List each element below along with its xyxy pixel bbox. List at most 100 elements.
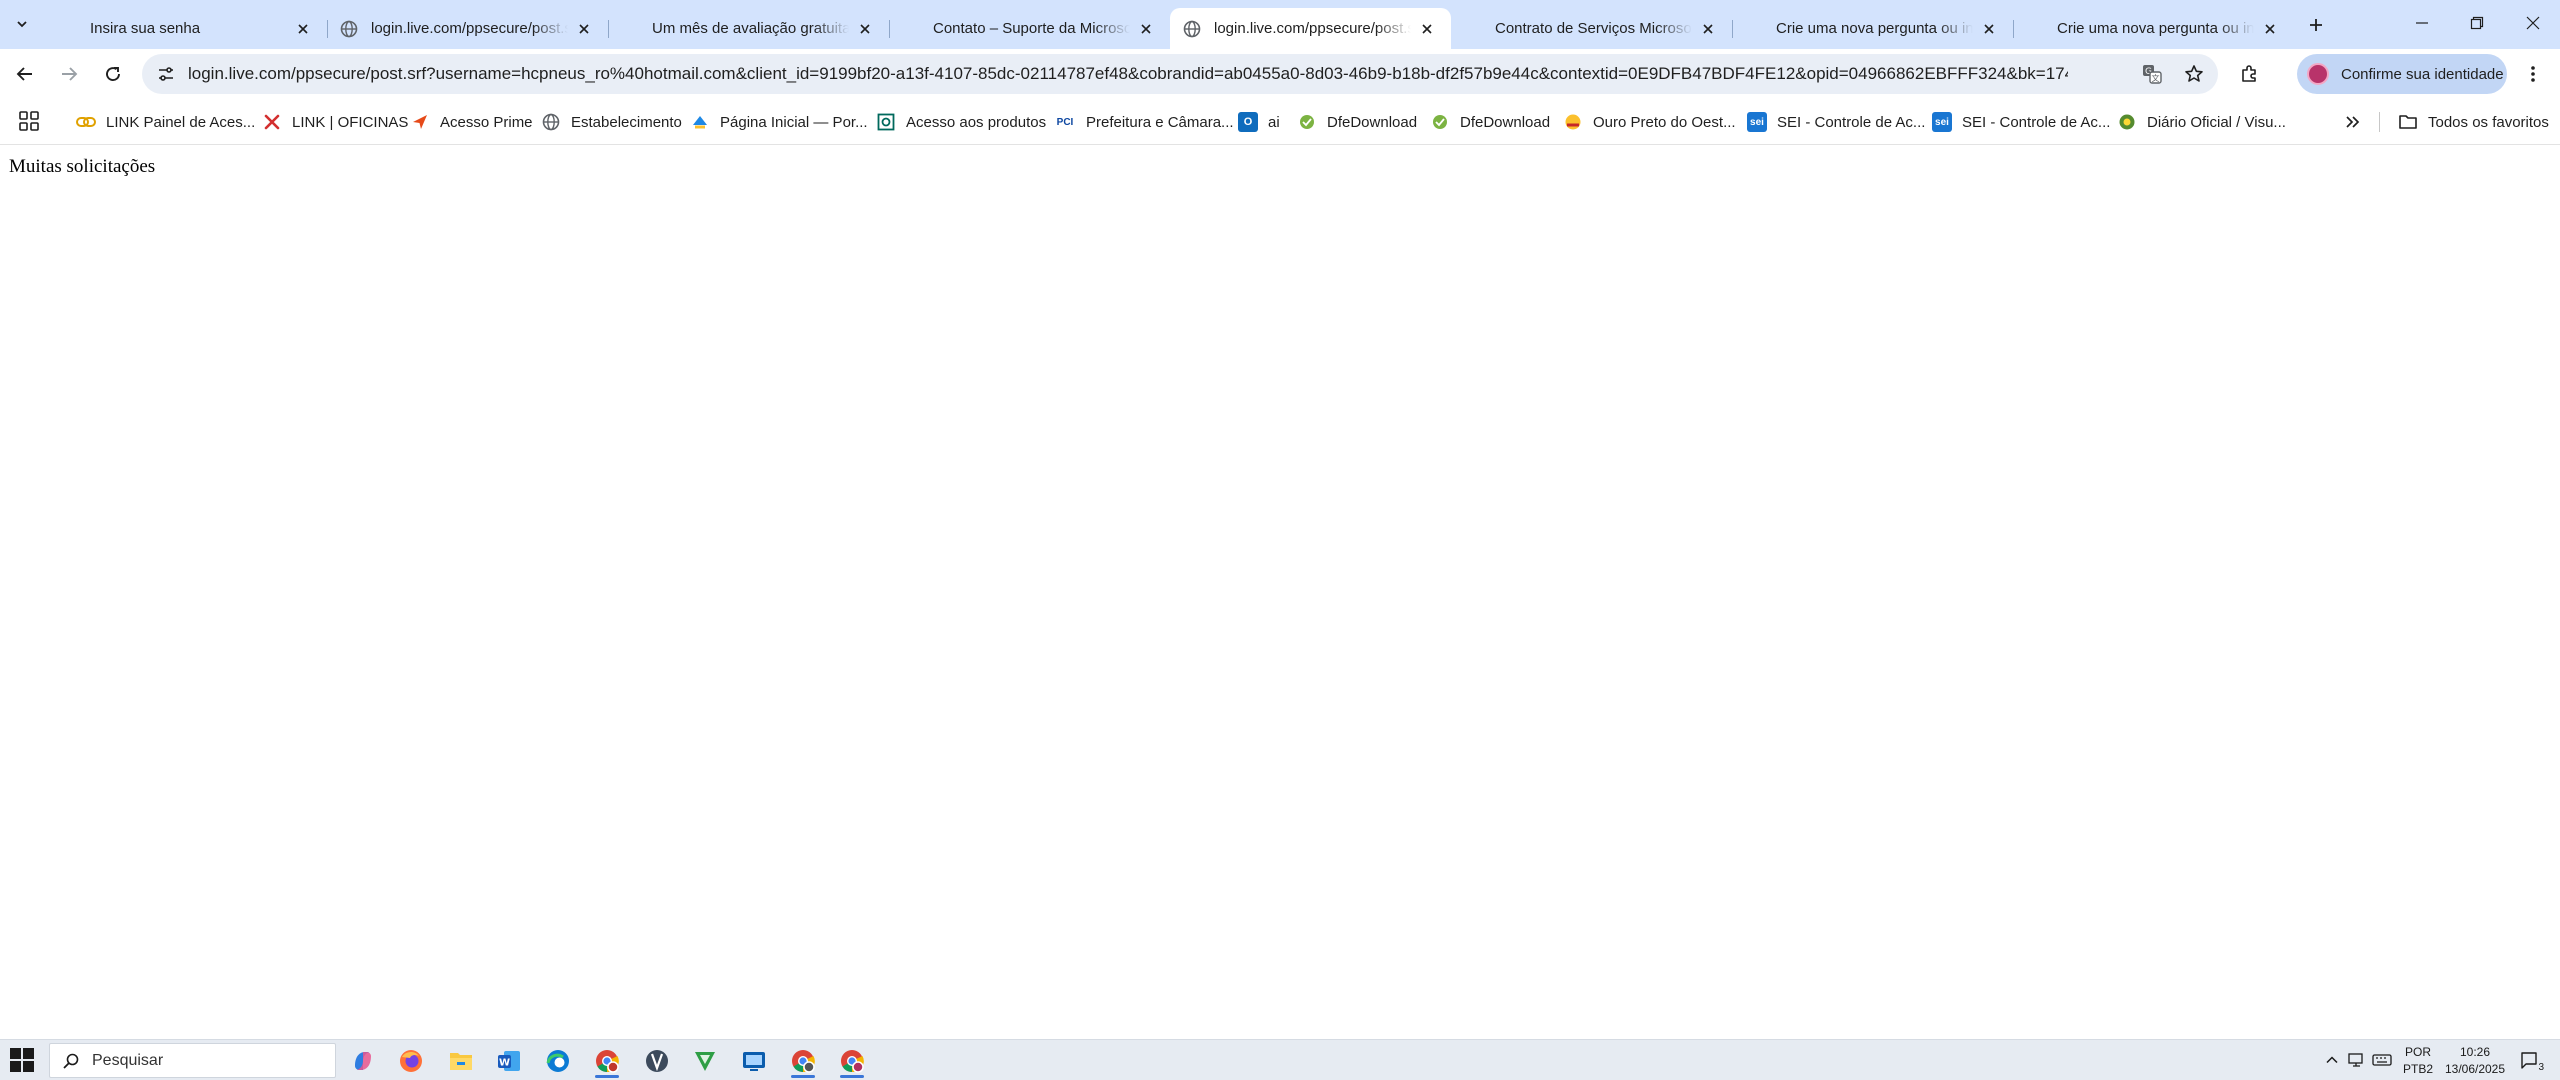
more-bookmarks-button[interactable] [2340,110,2364,134]
tab-close-button[interactable] [2260,19,2280,39]
tab[interactable]: Crie uma nova pergunta ou inicie uma dis… [1732,8,2013,49]
arrow-left-icon [16,67,32,81]
bookmark-item[interactable]: DfeDownload [1430,110,1550,134]
tab-close-button[interactable] [293,19,313,39]
clock-date[interactable]: 13/06/2025 [2440,1062,2510,1076]
chevron-up-icon [2326,1056,2338,1064]
bookmarks-divider [2379,112,2380,132]
browser-icon[interactable] [636,1043,678,1078]
plus-icon [2310,19,2322,31]
firefox-icon[interactable] [390,1043,432,1078]
bookmark-star-button[interactable] [2182,62,2206,86]
bookmark-item[interactable]: LINK | OFICINAS [262,110,408,134]
bookmark-item[interactable]: O ai [1238,110,1280,134]
tab[interactable]: Contrato de Serviços Microsoft [1451,8,1732,49]
reload-button[interactable] [96,57,130,91]
word-icon[interactable]: W [488,1043,530,1078]
product-icon [876,112,896,132]
bookmark-item[interactable]: Página Inicial — Por... [690,110,868,134]
bookmark-label: LINK Painel de Aces... [106,113,256,131]
start-button[interactable] [10,1048,36,1074]
input-language[interactable]: POR [2398,1045,2438,1059]
bookmark-label: Diário Oficial / Visu... [2147,113,2286,131]
bookmark-item[interactable]: LINK Painel de Aces... [76,110,255,134]
all-bookmarks-button[interactable]: Todos os favoritos [2398,110,2549,134]
restore-button[interactable] [2450,0,2504,46]
bookmark-item[interactable]: Diário Oficial / Visu... [2117,110,2286,134]
tab-title: Crie uma nova pergunta ou inicie uma dis… [2057,20,2254,37]
remote-desktop-icon[interactable] [733,1043,775,1078]
bookmark-item[interactable]: sei SEI - Controle de Ac... [1747,110,1925,134]
bookmark-item[interactable]: Ouro Preto do Oest... [1563,110,1736,134]
tab-close-button[interactable] [1979,19,1999,39]
bookmark-label: Estabelecimento [571,113,682,131]
bookmark-item[interactable]: PCI Prefeitura e Câmara... [1054,110,1234,134]
microsoft-logo-icon [58,19,78,39]
avatar [2307,63,2329,85]
bookmark-item[interactable]: DfeDownload [1297,110,1417,134]
new-tab-button[interactable] [2303,12,2329,38]
close-icon [579,23,589,34]
chrome-icon[interactable] [782,1043,824,1078]
apps-grid-icon [19,111,39,131]
bookmark-item[interactable]: Acesso aos produtos [876,110,1046,134]
apps-button[interactable] [18,110,42,134]
vpn-icon[interactable] [684,1043,726,1078]
address-bar[interactable]: login.live.com/ppsecure/post.srf?usernam… [142,54,2218,94]
windows-logo-icon [23,1061,34,1072]
browser-toolbar: login.live.com/ppsecure/post.srf?usernam… [0,49,2560,99]
tab-close-button[interactable] [574,19,594,39]
show-hidden-icons-button[interactable] [2322,1050,2342,1070]
close-window-button[interactable] [2506,0,2560,46]
close-icon [1422,23,1432,34]
tab-close-button[interactable] [855,19,875,39]
network-icon[interactable] [2347,1050,2367,1070]
keyboard-icon[interactable] [2372,1050,2392,1070]
tab[interactable]: Crie uma nova pergunta ou inicie uma dis… [2013,8,2294,49]
tab-close-button[interactable] [1698,19,1718,39]
url-text[interactable]: login.live.com/ppsecure/post.srf?usernam… [188,54,2068,94]
taskbar-search[interactable]: Pesquisar [49,1043,336,1078]
chrome-icon[interactable] [586,1043,628,1078]
tab[interactable]: Contato – Suporte da Microsoft [889,8,1170,49]
clock-time[interactable]: 10:26 [2440,1045,2510,1059]
chevron-down-icon [17,21,27,28]
microsoft-logo-icon [2025,19,2045,39]
extensions-button[interactable] [2232,57,2266,91]
site-info-button[interactable] [154,62,178,86]
bookmark-item[interactable]: Acesso Prime [410,110,533,134]
tab[interactable]: Insira sua senha [46,8,327,49]
profile-chip[interactable]: Confirme sua identidade [2297,54,2507,94]
tab-active[interactable]: login.live.com/ppsecure/post.srf?usernam… [1170,8,1451,49]
sei-icon: sei [1932,112,1952,132]
menu-button[interactable] [2516,57,2550,91]
close-icon [1703,23,1713,34]
tab-close-button[interactable] [1136,19,1156,39]
file-explorer-icon[interactable] [440,1043,482,1078]
chrome-icon[interactable] [831,1043,873,1078]
tab-title: Insira sua senha [90,20,201,37]
tab-list: Insira sua senha login.live.com/ppsecure… [46,8,2294,49]
bookmark-label: DfeDownload [1460,113,1551,131]
profile-chip-label: Confirme sua identidade [2341,65,2504,83]
tab[interactable]: login.live.com/ppsecure/post.srf?usernam… [327,8,608,49]
outlook-icon: O [1238,112,1258,132]
tab[interactable]: Um mês de avaliação gratuita do Microsof… [608,8,889,49]
tab-search-button[interactable] [8,10,36,38]
copilot-icon[interactable] [342,1043,384,1078]
back-button[interactable] [8,57,42,91]
bookmarks-bar: LINK Painel de Aces... LINK | OFICINAS A… [0,99,2560,145]
translate-button[interactable]: G文 [2140,62,2164,86]
tab-close-button[interactable] [1417,19,1437,39]
keyboard-layout[interactable]: PTB2 [2398,1062,2438,1076]
minimize-button[interactable] [2395,0,2449,46]
diario-icon [2117,112,2137,132]
puzzle-icon [2242,65,2256,82]
forward-button[interactable] [52,57,86,91]
bookmark-item[interactable]: Estabelecimento [541,110,682,134]
edge-icon[interactable] [537,1043,579,1078]
tab-title: login.live.com/ppsecure/post.srf?usernam… [1214,20,1411,37]
bookmark-item[interactable]: sei SEI - Controle de Ac... [1932,110,2110,134]
notifications-button[interactable]: 3 [2518,1049,2544,1073]
link-logo-icon [76,112,96,132]
